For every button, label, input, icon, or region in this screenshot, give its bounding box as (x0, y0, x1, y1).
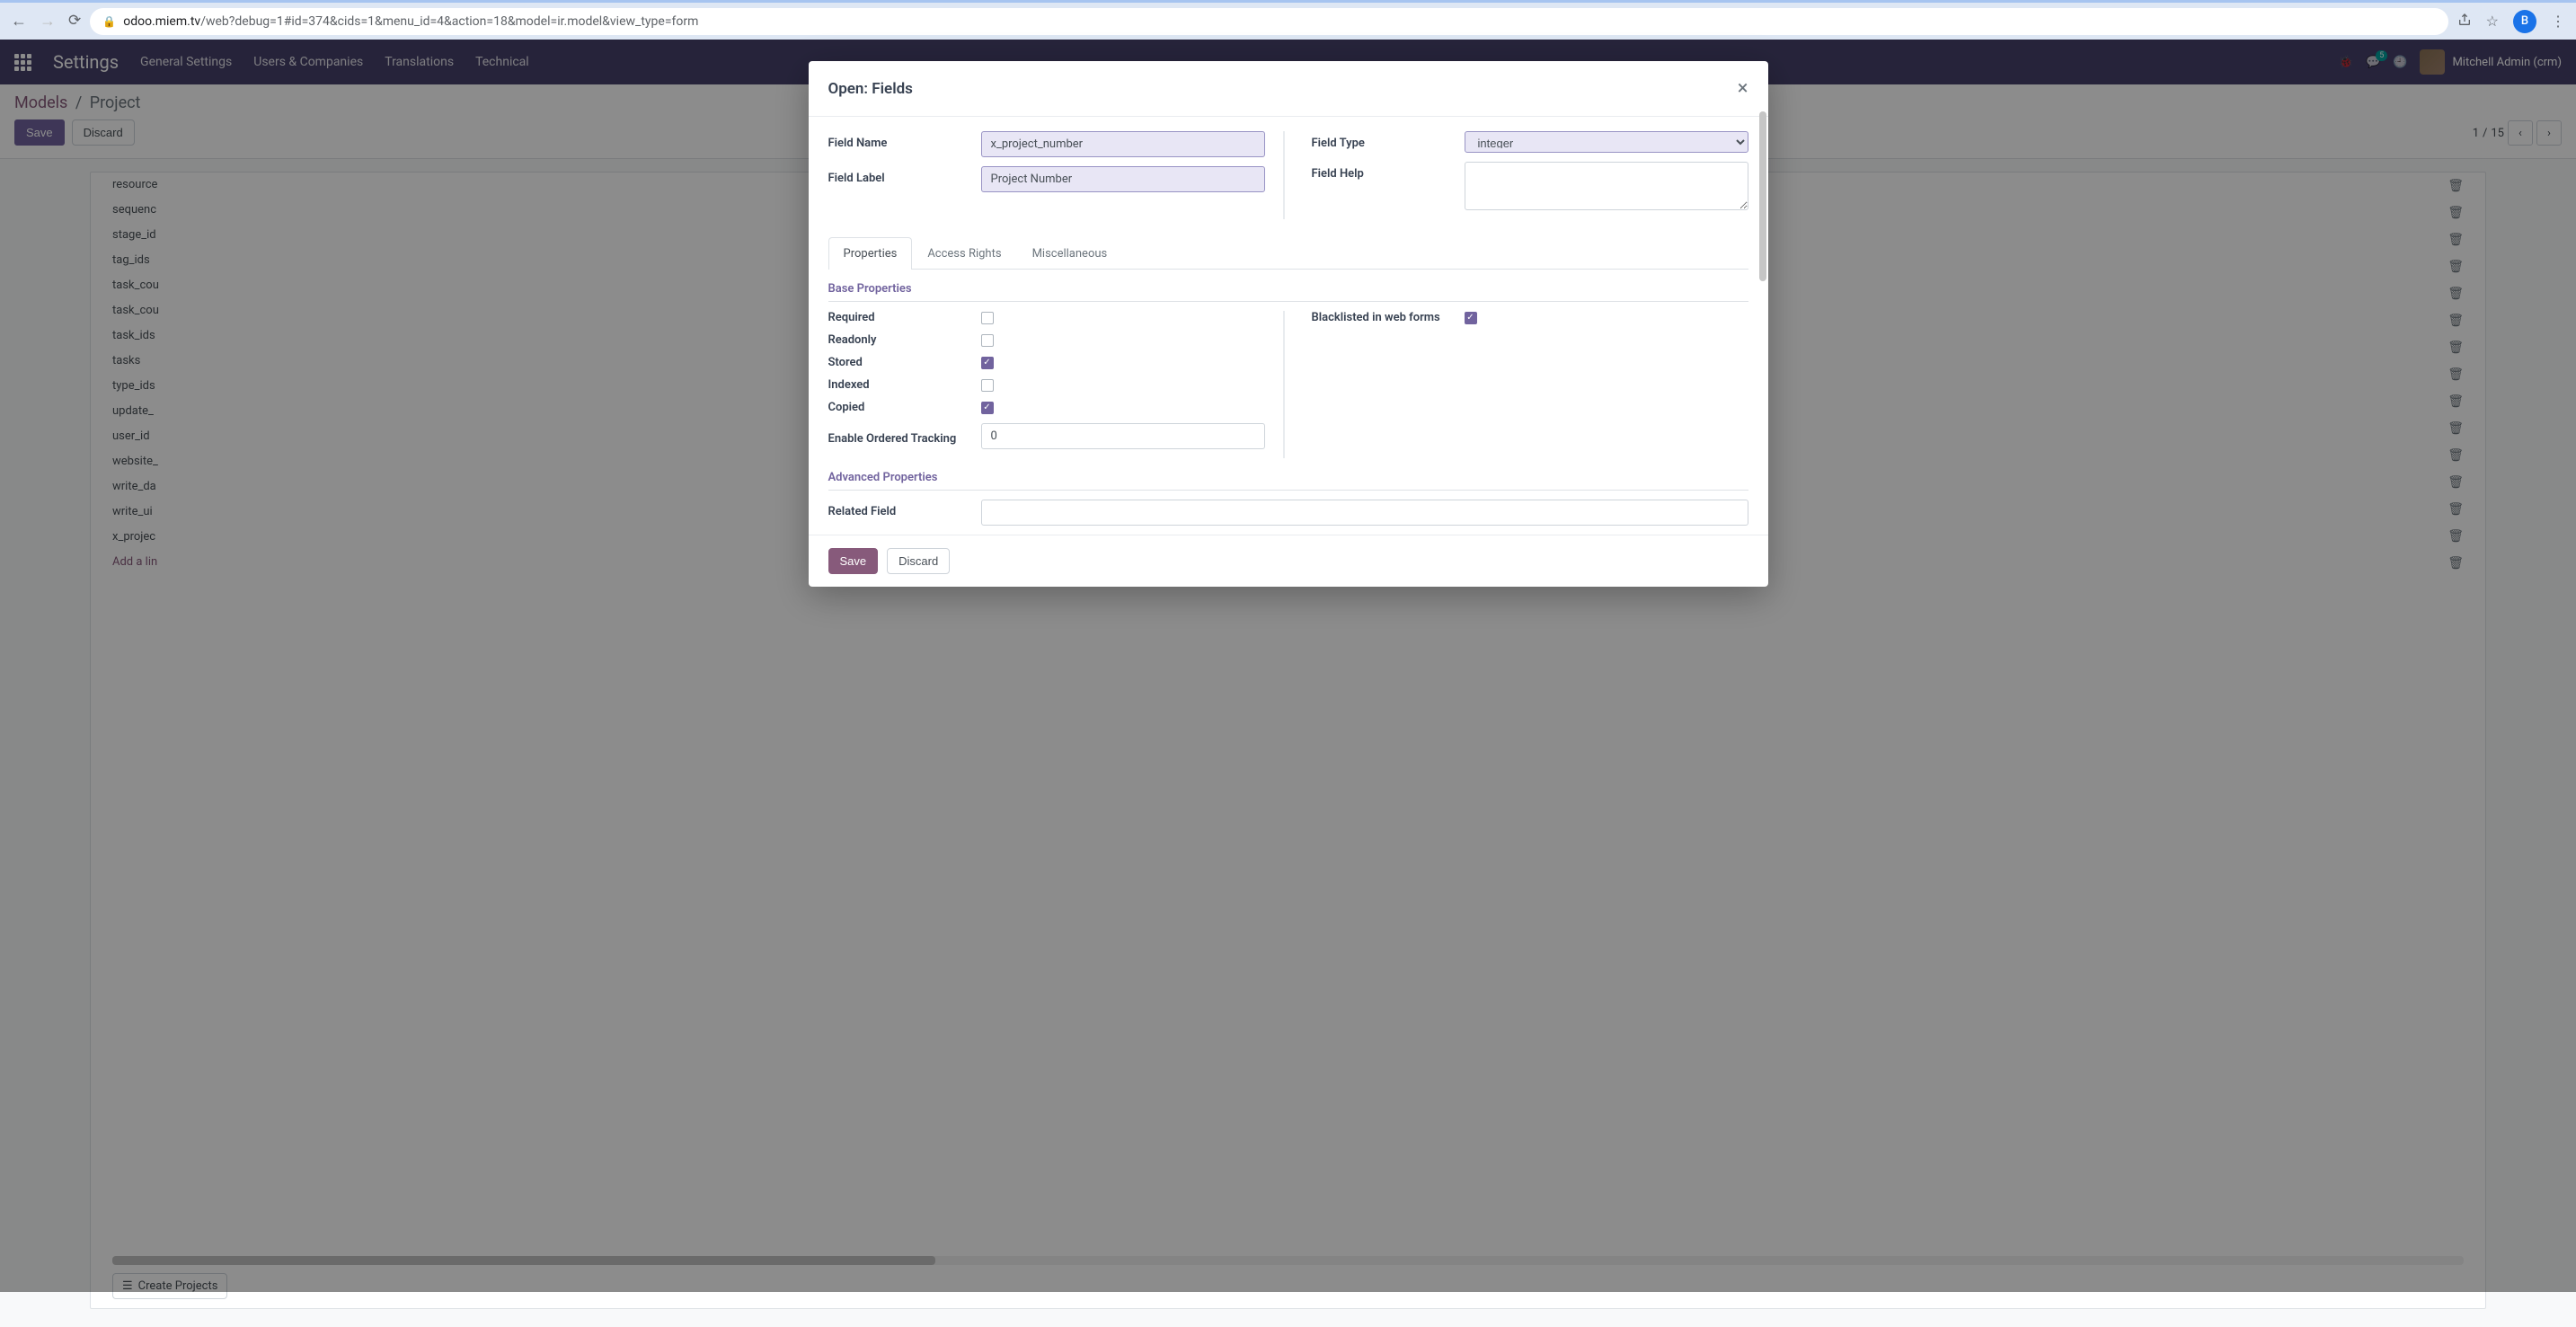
address-bar[interactable]: 🔒 odoo.miem.tv/web?debug=1#id=374&cids=1… (90, 8, 2448, 35)
related-field-label: Related Field (828, 500, 981, 518)
modal-scrollbar[interactable] (1759, 111, 1766, 536)
browser-back-icon[interactable]: ← (11, 12, 27, 31)
stored-checkbox[interactable]: ✓ (981, 357, 994, 369)
required-checkbox[interactable] (981, 312, 994, 324)
browser-menu-icon[interactable]: ⋮ (2551, 13, 2565, 30)
readonly-label: Readonly (828, 333, 981, 347)
browser-reload-icon[interactable]: ⟳ (68, 12, 81, 31)
copied-checkbox[interactable]: ✓ (981, 402, 994, 414)
required-label: Required (828, 311, 981, 324)
field-type-label: Field Type (1312, 131, 1465, 150)
modal-backdrop[interactable]: Open: Fields × Field Name Field Label (0, 40, 2576, 1292)
enable-ordered-input[interactable] (981, 423, 1265, 449)
url-path: /web?debug=1#id=374&cids=1&menu_id=4&act… (200, 14, 698, 29)
field-help-label: Field Help (1312, 162, 1465, 181)
blacklisted-label: Blacklisted in web forms (1312, 311, 1465, 324)
field-type-select[interactable]: integer (1465, 131, 1748, 153)
indexed-label: Indexed (828, 378, 981, 392)
tab-miscellaneous[interactable]: Miscellaneous (1017, 237, 1123, 270)
modal: Open: Fields × Field Name Field Label (809, 61, 1768, 587)
browser-profile-avatar[interactable]: B (2513, 10, 2536, 33)
browser-forward-icon[interactable]: → (40, 12, 56, 31)
modal-save-button[interactable]: Save (828, 548, 879, 574)
indexed-checkbox[interactable] (981, 379, 994, 392)
base-properties-title: Base Properties (828, 270, 1748, 302)
blacklisted-checkbox[interactable]: ✓ (1465, 312, 1477, 324)
bookmark-star-icon[interactable]: ☆ (2486, 13, 2499, 30)
field-name-input[interactable] (981, 131, 1265, 157)
related-field-input[interactable] (981, 500, 1748, 526)
lock-icon: 🔒 (102, 15, 116, 28)
stored-label: Stored (828, 356, 981, 369)
field-name-label: Field Name (828, 131, 981, 150)
modal-discard-button[interactable]: Discard (887, 548, 950, 574)
tab-properties[interactable]: Properties (828, 237, 913, 270)
modal-title: Open: Fields (828, 80, 913, 98)
field-label-input[interactable] (981, 166, 1265, 192)
url-host: odoo.miem.tv (123, 14, 200, 29)
copied-label: Copied (828, 401, 981, 414)
field-help-textarea[interactable] (1465, 162, 1748, 210)
tabs: Properties Access Rights Miscellaneous (828, 237, 1748, 270)
close-icon[interactable]: × (1738, 77, 1748, 100)
share-icon[interactable] (2457, 13, 2472, 31)
field-label-label: Field Label (828, 166, 981, 185)
browser-chrome: ← → ⟳ 🔒 odoo.miem.tv/web?debug=1#id=374&… (0, 0, 2576, 40)
advanced-properties-title: Advanced Properties (828, 458, 1748, 491)
readonly-checkbox[interactable] (981, 334, 994, 347)
enable-ordered-label: Enable Ordered Tracking (828, 427, 981, 446)
tab-access-rights[interactable]: Access Rights (912, 237, 1016, 270)
